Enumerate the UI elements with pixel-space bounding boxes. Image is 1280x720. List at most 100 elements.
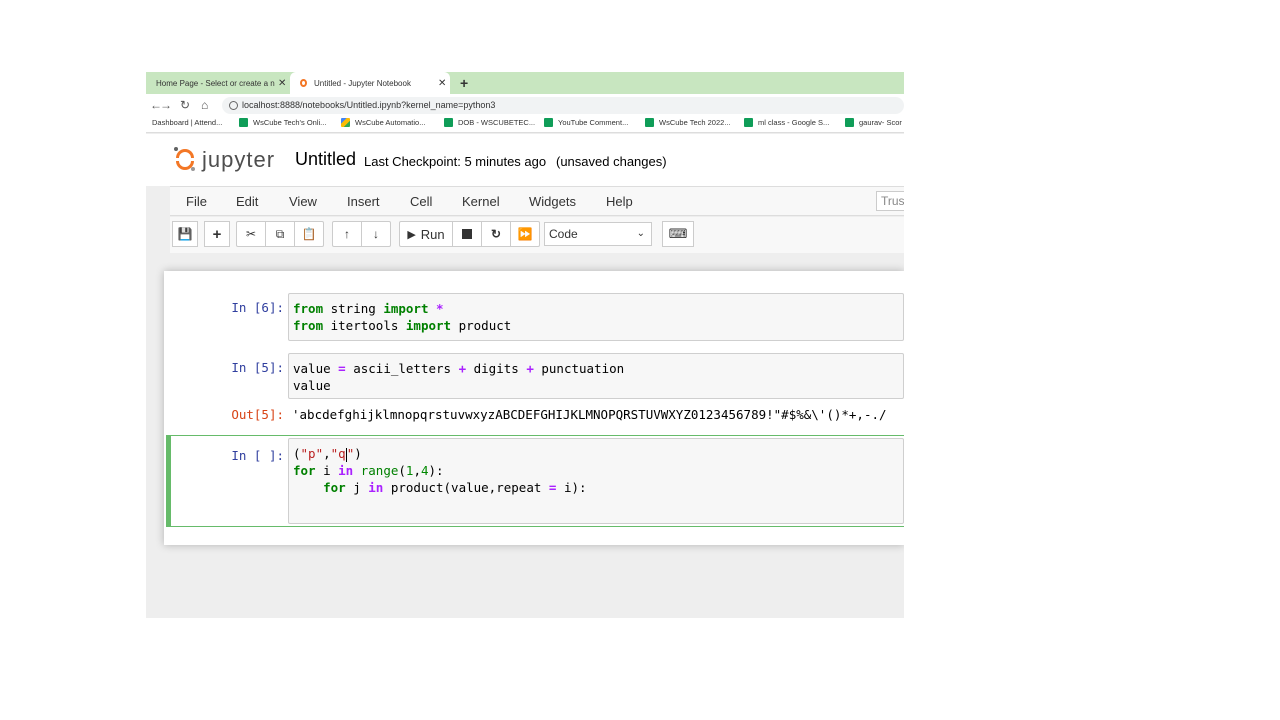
menu-edit[interactable]: Edit (236, 194, 258, 209)
code-token: , (323, 446, 331, 461)
code-token: ): (428, 463, 444, 478)
notebook-area[interactable]: In [6]: from string import * from itertoo… (146, 253, 904, 618)
code-cell[interactable]: In [6]: from string import * from itertoo… (178, 293, 904, 341)
arrow-up-icon: ↑ (344, 227, 350, 241)
sheets-icon (845, 118, 854, 127)
new-tab-button[interactable]: + (460, 75, 468, 91)
code-token: ) (354, 446, 362, 461)
run-label: Run (420, 226, 445, 242)
tab-title: Home Page - Select or create a n (156, 78, 275, 88)
bookmark-item[interactable]: WsCube Tech 2022... (645, 118, 731, 127)
menu-kernel[interactable]: Kernel (462, 194, 500, 209)
bookmark-item[interactable]: DOB - WSCUBETEC... (444, 118, 535, 127)
code-token: ( (398, 463, 406, 478)
bookmark-item[interactable]: Dashboard | Attend... (152, 118, 222, 127)
code-token: from (293, 318, 324, 333)
sheets-icon (544, 118, 553, 127)
paste-icon: 📋 (301, 227, 317, 241)
cell-type-select[interactable]: Code ⌄ (544, 222, 652, 246)
menu-widgets[interactable]: Widgets (529, 194, 576, 209)
copy-icon: ⧉ (275, 226, 285, 241)
code-token: ascii_letters (345, 361, 459, 376)
sheets-icon (444, 118, 453, 127)
code-token: * (436, 301, 444, 316)
move-up-button[interactable]: ↑ (332, 221, 362, 247)
code-editor[interactable]: ("p","q") for i in range(1,4): for j in p… (288, 438, 904, 524)
code-token: in (368, 480, 384, 495)
code-cell[interactable]: In [5]: value = ascii_letters + digits +… (178, 353, 904, 433)
run-button[interactable]: ▶ Run (399, 221, 453, 247)
notebook-title[interactable]: Untitled (295, 149, 356, 170)
code-token: "q (330, 446, 346, 461)
bookmark-item[interactable]: YouTube Comment... (544, 118, 628, 127)
code-token: string (323, 301, 384, 316)
code-line: for i in range(1,4): (293, 462, 899, 479)
trusted-indicator[interactable]: Trus (876, 191, 904, 211)
url-input[interactable]: localhost:8888/notebooks/Untitled.ipynb?… (222, 97, 904, 114)
input-prompt: In [5]: (231, 360, 284, 375)
home-icon[interactable]: ⌂ (201, 98, 208, 112)
code-token: + (458, 361, 467, 376)
close-icon[interactable]: ✕ (438, 78, 446, 89)
play-icon: ▶ (407, 228, 416, 241)
cell-type-value: Code (549, 227, 578, 241)
code-cell-selected[interactable]: In [ ]: ("p","q") for i in range(1,4): fo… (166, 435, 904, 527)
code-line: for j in product(value,repeat = i): (293, 479, 899, 496)
code-editor[interactable]: from string import * from itertools impor… (288, 293, 904, 341)
paste-button[interactable]: 📋 (294, 221, 324, 247)
code-token: digits (466, 361, 527, 376)
restart-run-all-button[interactable]: ⏩ (510, 221, 540, 247)
output-text: 'abcdefghijklmnopqrstuvwxyzABCDEFGHIJKLM… (292, 407, 887, 422)
checkpoint-status: Last Checkpoint: 5 minutes ago (364, 154, 547, 169)
bookmark-item[interactable]: gaurav- Scor (845, 118, 902, 127)
menu-file[interactable]: File (186, 194, 207, 209)
bookmark-item[interactable]: WsCube Tech's Onli... (239, 118, 326, 127)
code-line: value = ascii_letters + digits + punctua… (293, 360, 899, 377)
forward-arrow-icon[interactable]: → (160, 98, 172, 112)
input-prompt: In [6]: (231, 300, 284, 315)
arrow-down-icon: ↓ (373, 227, 379, 241)
bookmarks-bar: Dashboard | Attend... WsCube Tech's Onli… (146, 116, 904, 133)
code-token: i (315, 463, 339, 478)
menu-cell[interactable]: Cell (410, 194, 432, 209)
code-token: = (338, 361, 346, 376)
chevron-down-icon: ⌄ (636, 228, 645, 239)
jupyter-logo-icon[interactable] (174, 147, 196, 171)
cut-button[interactable]: ✂ (236, 221, 266, 247)
reload-icon[interactable]: ↻ (180, 98, 190, 112)
command-palette-button[interactable]: ⌨ (662, 221, 694, 247)
output-prompt: Out[5]: (231, 407, 284, 422)
code-token: product(value,repeat (383, 480, 549, 495)
code-token: range (360, 463, 399, 478)
menu-view[interactable]: View (289, 194, 317, 209)
code-token: value (293, 361, 339, 376)
menu-insert[interactable]: Insert (347, 194, 380, 209)
move-down-button[interactable]: ↓ (361, 221, 391, 247)
bookmark-item[interactable]: ml class - Google S... (744, 118, 829, 127)
code-token: import (383, 301, 429, 316)
insert-cell-button[interactable]: + (204, 221, 230, 247)
close-icon[interactable]: ✕ (278, 78, 286, 89)
code-token: product (451, 318, 512, 333)
sheets-icon (744, 118, 753, 127)
code-token: value (293, 378, 331, 393)
restart-button[interactable]: ↻ (481, 221, 511, 247)
save-button[interactable]: 💾 (172, 221, 198, 247)
code-line: ("p","q") (293, 445, 899, 462)
menu-help[interactable]: Help (606, 194, 633, 209)
code-line: value (293, 377, 899, 394)
tab-jupyter-notebook[interactable]: Untitled - Jupyter Notebook ✕ (290, 72, 450, 94)
edit-mode-indicator (166, 435, 171, 527)
bookmark-item[interactable]: WsCube Automatio... (341, 118, 425, 127)
code-editor[interactable]: value = ascii_letters + digits + punctua… (288, 353, 904, 399)
copy-button[interactable]: ⧉ (265, 221, 295, 247)
jupyter-wordmark[interactable]: jupyter (202, 147, 275, 173)
code-token: punctuation (533, 361, 625, 376)
code-token: in (338, 463, 354, 478)
site-info-icon[interactable] (229, 101, 238, 110)
tab-home-page[interactable]: Home Page - Select or create a n ✕ (146, 72, 290, 94)
interrupt-button[interactable] (452, 221, 482, 247)
notebook-container: In [6]: from string import * from itertoo… (164, 271, 904, 545)
